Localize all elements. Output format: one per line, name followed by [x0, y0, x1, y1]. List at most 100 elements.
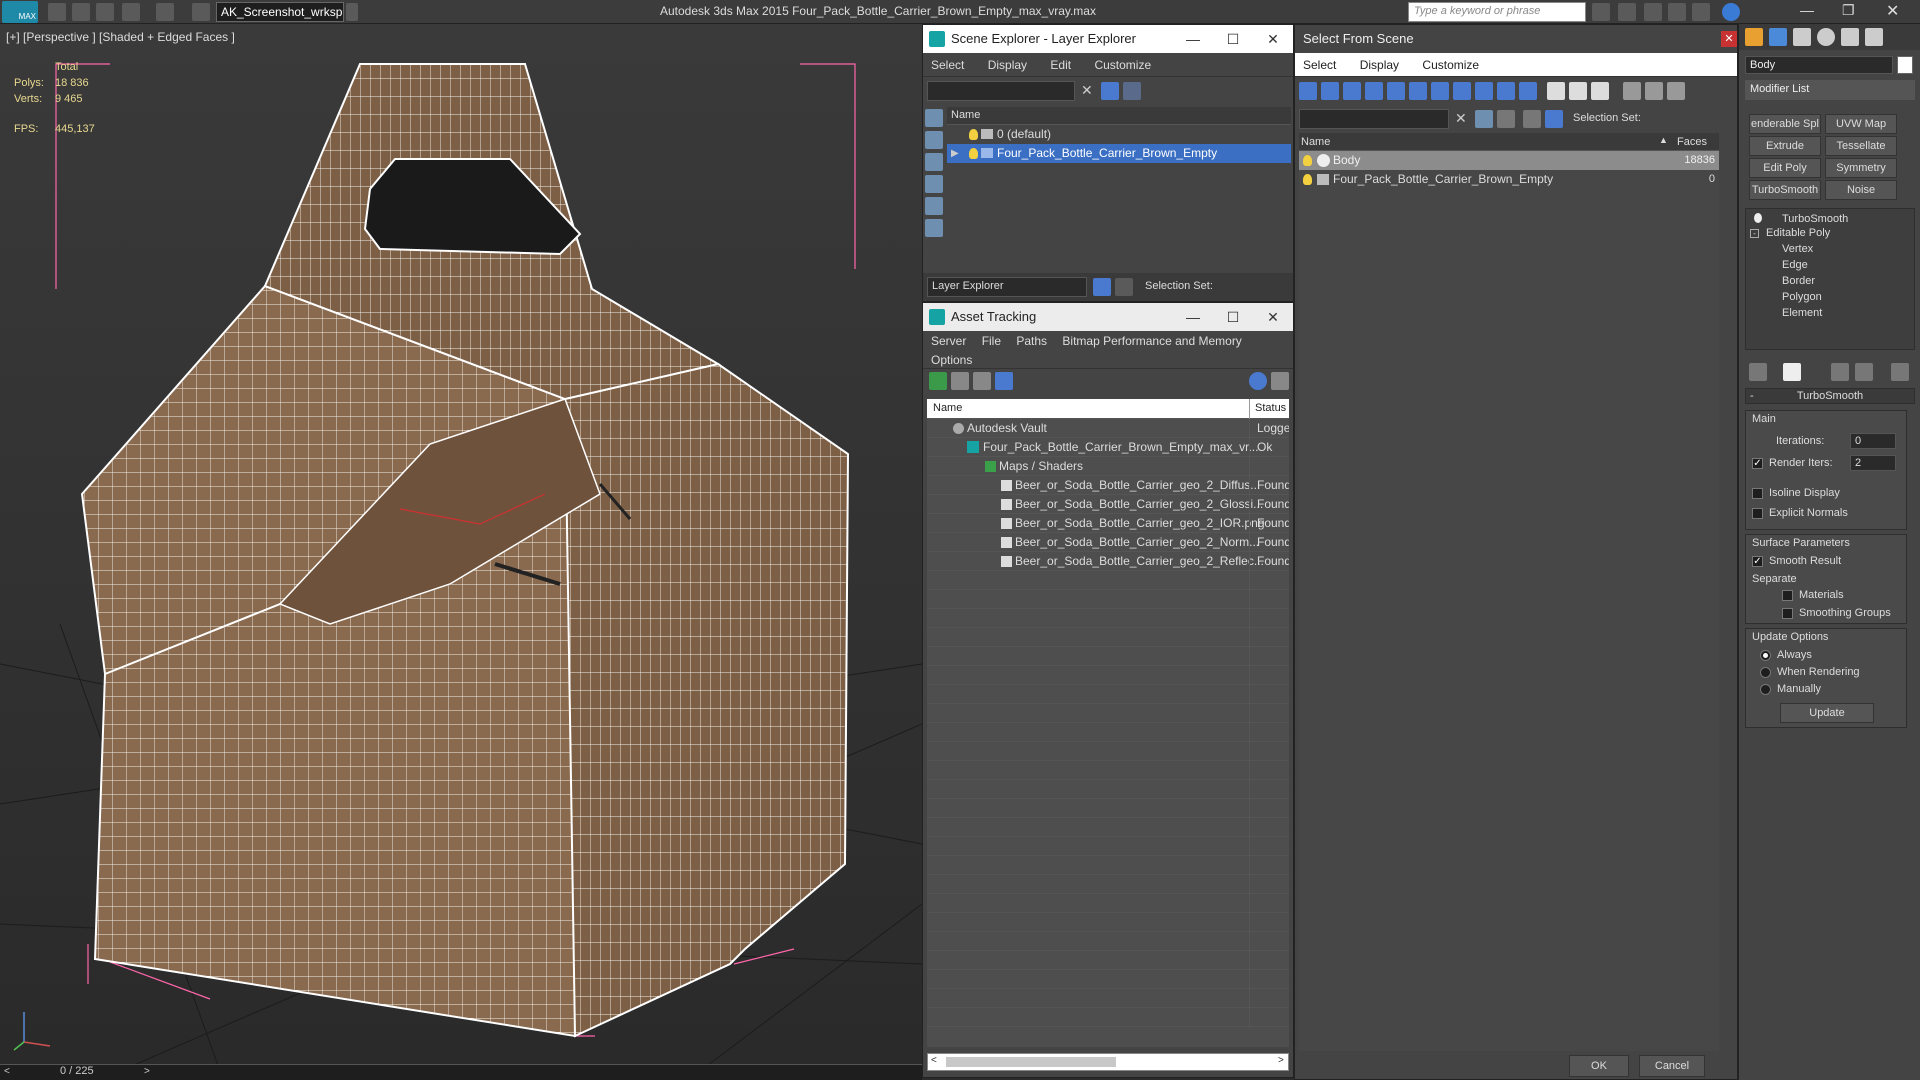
binoculars-icon[interactable] [1592, 3, 1610, 21]
save-icon[interactable] [96, 3, 114, 21]
layer-row-carrier[interactable]: ▶ Four_Pack_Bottle_Carrier_Brown_Empty [947, 144, 1291, 163]
extrude-button[interactable]: Extrude [1749, 136, 1821, 156]
exchange-icon[interactable] [1644, 3, 1662, 21]
menu-paths[interactable]: Paths [1016, 331, 1047, 351]
col-name-header[interactable]: Name [1301, 136, 1330, 148]
menu-customize[interactable]: Customize [1094, 53, 1151, 77]
symmetry-button[interactable]: Symmetry [1825, 158, 1897, 178]
menu-display[interactable]: Display [988, 53, 1027, 77]
always-row[interactable]: Always [1760, 649, 1812, 661]
explicit-normals-checkbox[interactable] [1752, 507, 1763, 519]
stack-item-turbosmooth[interactable]: TurboSmooth [1782, 213, 1848, 225]
smoothing-groups-row[interactable]: Smoothing Groups [1782, 607, 1891, 619]
light-bulb-icon[interactable] [1754, 213, 1762, 223]
render-iters-spinner[interactable]: 2 [1850, 455, 1896, 471]
render-iters-row[interactable]: ✓ Render Iters: [1752, 457, 1833, 469]
menu-edit[interactable]: Edit [1050, 53, 1071, 77]
display-all-icon[interactable] [925, 131, 943, 149]
filter-helpers-icon[interactable] [1387, 82, 1405, 100]
asset-row-bitmap[interactable]: Beer_or_Soda_Bottle_Carrier_geo_2_IOR.pn… [927, 514, 1289, 533]
stack-item-polygon[interactable]: Polygon [1782, 291, 1822, 303]
light-bulb-icon[interactable] [1303, 174, 1312, 185]
time-slider[interactable]: < 0 / 225 > [0, 1064, 922, 1080]
filter-spacewarps-icon[interactable] [1409, 82, 1427, 100]
motion-tab-icon[interactable] [1817, 28, 1835, 46]
object-name-field[interactable]: Body [1745, 56, 1893, 74]
menu-select[interactable]: Select [931, 53, 964, 77]
display-tab-icon[interactable] [1841, 28, 1859, 46]
hierarchy-filter-icon[interactable] [1645, 82, 1663, 100]
x-close-icon[interactable] [1692, 3, 1710, 21]
object-color-swatch[interactable] [1897, 56, 1913, 74]
iterations-spinner[interactable]: 0 [1850, 433, 1896, 449]
isoline-checkbox[interactable] [1752, 487, 1763, 499]
redo-icon[interactable] [156, 3, 174, 21]
filter-bones-icon[interactable] [1475, 82, 1493, 100]
asset-row-bitmap[interactable]: Beer_or_Soda_Bottle_Carrier_geo_2_Diffus… [927, 476, 1289, 495]
col-name-header[interactable]: Name [933, 402, 962, 414]
star-icon[interactable] [1668, 3, 1686, 21]
minimize-icon[interactable]: — [1173, 303, 1213, 331]
filter-geometry-icon[interactable] [1299, 82, 1317, 100]
make-unique-icon[interactable] [1831, 363, 1849, 381]
cancel-button[interactable]: Cancel [1639, 1055, 1705, 1077]
layer-explorer-icon[interactable] [1093, 278, 1111, 296]
scene-explorer-search[interactable] [927, 81, 1075, 101]
noise-button[interactable]: Noise [1825, 180, 1897, 200]
expand-arrow-icon[interactable]: ▶ [951, 144, 959, 163]
asset-row-bitmap[interactable]: Beer_or_Soda_Bottle_Carrier_geo_2_Norm..… [927, 533, 1289, 552]
settings-icon[interactable] [1271, 372, 1289, 390]
layer-row-default[interactable]: 0 (default) [947, 125, 1291, 144]
search-input[interactable]: Type a keyword or phrase [1408, 2, 1586, 22]
object-row-body[interactable]: Body 18836 [1299, 151, 1719, 170]
layers-icon[interactable] [1523, 110, 1541, 128]
undo-icon[interactable] [122, 3, 140, 21]
create-tab-icon[interactable] [1745, 28, 1763, 46]
maximize-icon[interactable]: ☐ [1213, 25, 1253, 53]
display-invert-icon[interactable] [925, 153, 943, 171]
utilities-tab-icon[interactable] [1865, 28, 1883, 46]
tessellate-button[interactable]: Tessellate [1825, 136, 1897, 156]
clear-search-icon[interactable]: ✕ [1081, 82, 1093, 99]
filter-lights-icon[interactable] [1343, 82, 1361, 100]
isoline-row[interactable]: Isoline Display [1752, 487, 1840, 499]
filter-frozen-icon[interactable] [1519, 82, 1537, 100]
hierarchy-icon[interactable] [1115, 278, 1133, 296]
update-button[interactable]: Update [1780, 703, 1874, 723]
configure-sets-icon[interactable] [1891, 363, 1909, 381]
menu-options[interactable]: Options [931, 352, 972, 368]
refresh-icon[interactable] [929, 372, 947, 390]
select-none-icon[interactable] [1569, 82, 1587, 100]
stack-item-edge[interactable]: Edge [1782, 259, 1808, 271]
asset-horizontal-scrollbar[interactable]: < > [927, 1053, 1289, 1071]
when-rendering-radio[interactable] [1760, 666, 1771, 678]
help-icon[interactable] [1722, 3, 1740, 21]
close-icon[interactable]: ✕ [1253, 303, 1293, 331]
layer-list-header[interactable]: Name [947, 107, 1291, 125]
modify-tab-icon[interactable] [1769, 28, 1787, 46]
menu-customize[interactable]: Customize [1422, 53, 1479, 77]
filter-shapes-icon[interactable] [1321, 82, 1339, 100]
select-invert-icon[interactable] [1591, 82, 1609, 100]
select-search-input[interactable] [1299, 109, 1449, 129]
new-file-icon[interactable] [48, 3, 66, 21]
table-view-icon[interactable] [995, 372, 1013, 390]
next-frame-icon[interactable]: > [144, 1066, 150, 1077]
clear-search-icon[interactable]: ✕ [1455, 110, 1467, 127]
stack-item-border[interactable]: Border [1782, 275, 1815, 287]
render-iters-checkbox[interactable]: ✓ [1752, 457, 1763, 469]
select-all-icon[interactable] [1547, 82, 1565, 100]
when-rendering-row[interactable]: When Rendering [1760, 666, 1860, 678]
thumbnail-view-icon[interactable] [973, 372, 991, 390]
app-logo-icon[interactable]: MAX [2, 1, 38, 23]
close-icon[interactable]: ✕ [1721, 31, 1737, 47]
minimize-window-icon[interactable]: — [1800, 2, 1814, 18]
case-icon[interactable] [1497, 110, 1515, 128]
materials-row[interactable]: Materials [1782, 589, 1844, 601]
manually-radio[interactable] [1760, 683, 1771, 695]
renderable-spline-button[interactable]: enderable Spl [1749, 114, 1821, 134]
turbosmooth-button[interactable]: TurboSmooth [1749, 180, 1821, 200]
viewport-label[interactable]: [+] [Perspective ] [Shaded + Edged Faces… [6, 30, 235, 44]
menu-display[interactable]: Display [1360, 53, 1399, 77]
asset-row-vault[interactable]: Autodesk Vault Logged [927, 419, 1289, 438]
